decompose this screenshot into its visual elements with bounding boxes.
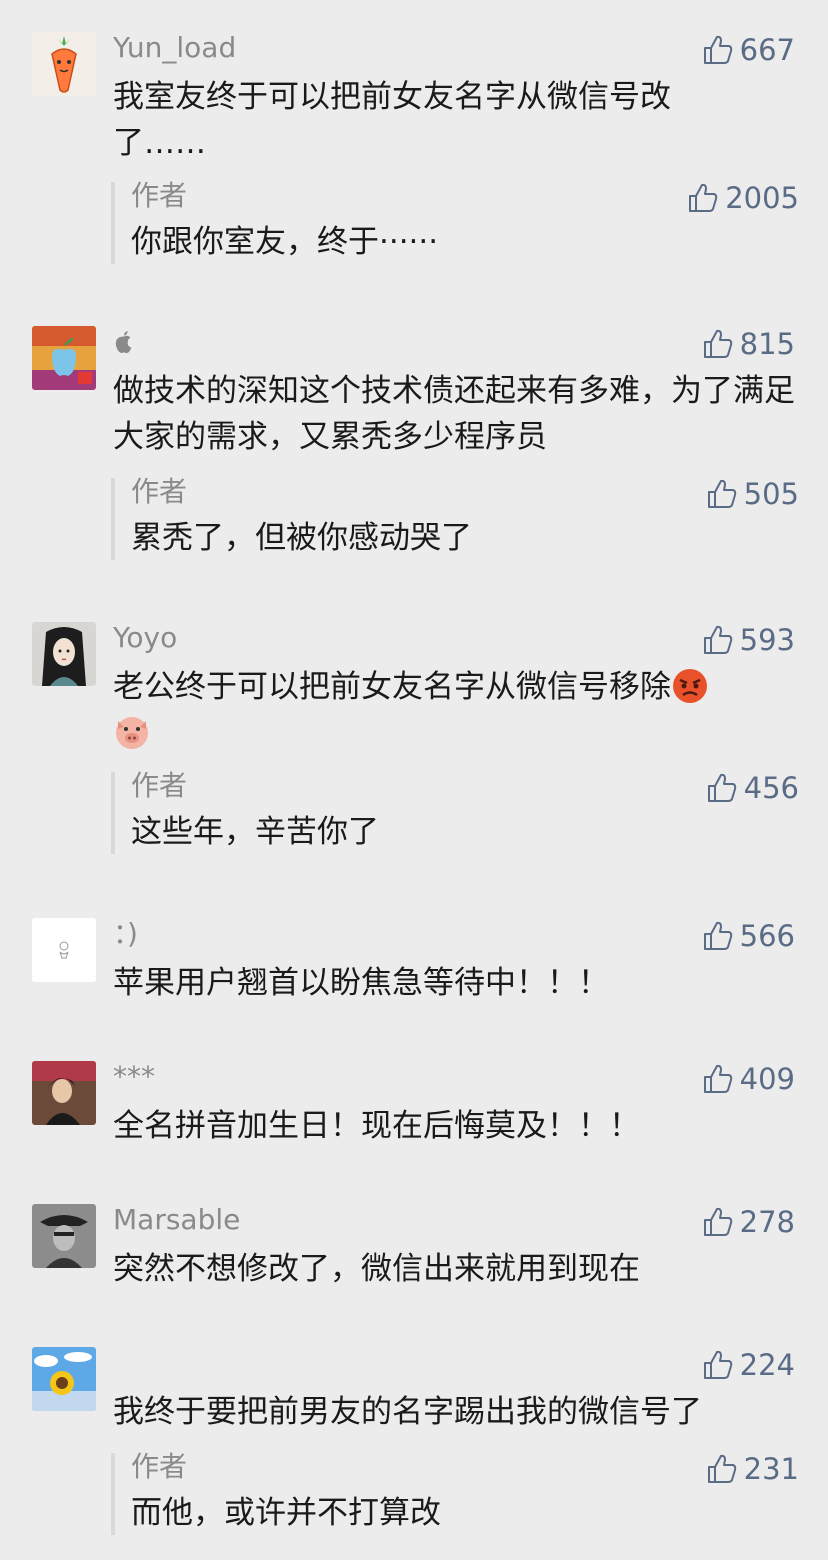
- apple-logo-avatar-icon: [32, 326, 96, 390]
- sunflower-avatar-icon: [32, 1347, 96, 1411]
- like-count: 409: [739, 1062, 795, 1096]
- like-button[interactable]: 815: [701, 324, 795, 364]
- like-count: 667: [739, 33, 795, 67]
- avatar[interactable]: [32, 32, 96, 96]
- comment-text: 老公终于可以把前女友名字从微信号移除: [113, 664, 803, 756]
- like-button[interactable]: 409: [701, 1059, 795, 1099]
- thumbs-up-icon: [703, 35, 732, 64]
- thumbs-up-icon: [707, 479, 736, 508]
- reply-text: 这些年，辛苦你了: [131, 814, 379, 850]
- bw-photo-avatar-icon: [32, 1204, 96, 1268]
- comment-username: Yoyo: [113, 621, 178, 654]
- avatar[interactable]: [32, 1347, 96, 1411]
- reply-author-label: 作者: [131, 1450, 188, 1483]
- avatar[interactable]: [32, 326, 96, 390]
- reply-like-button[interactable]: 505: [705, 474, 799, 514]
- reply-like-button[interactable]: 456: [705, 768, 799, 808]
- portrait-avatar-icon: [32, 622, 96, 686]
- like-button[interactable]: 593: [701, 620, 795, 660]
- reply-author-label: 作者: [131, 769, 188, 802]
- thumbs-up-icon: [707, 773, 736, 802]
- author-reply: 作者 2005 你跟你室友，终于······: [111, 179, 828, 264]
- avatar[interactable]: [32, 918, 96, 982]
- reply-text: 而他，或许并不打算改: [131, 1495, 441, 1531]
- thumbs-up-icon: [703, 625, 732, 654]
- comment-text: 全名拼音加生日！现在后悔莫及！！！: [113, 1108, 640, 1144]
- comment-text: 做技术的深知这个技术债还起来有多难，为了满足大家的需求，又累秃多少程序员: [113, 373, 795, 455]
- thumbs-up-icon: [703, 921, 732, 950]
- like-button[interactable]: 278: [701, 1202, 795, 1242]
- author-reply: 作者 505 累秃了，但被你感动哭了: [111, 475, 828, 560]
- avatar[interactable]: [32, 622, 96, 686]
- thumbs-up-icon: [703, 329, 732, 358]
- author-reply: 作者 456 这些年，辛苦你了: [111, 769, 828, 854]
- thumbs-up-icon: [707, 1454, 736, 1483]
- comment-username: Marsable: [113, 1203, 241, 1236]
- like-count: 505: [743, 477, 799, 511]
- comment-username: Yun_load: [113, 31, 237, 64]
- reply-author-label: 作者: [131, 179, 188, 212]
- like-count: 231: [743, 1452, 799, 1486]
- like-count: 593: [739, 623, 795, 657]
- reply-like-button[interactable]: 2005: [686, 178, 799, 218]
- comments-page: Yun_load 667 我室友终于可以把前女友名字从微信号改了…… 作者 20…: [0, 0, 828, 1560]
- comment-username: ：): [113, 917, 138, 950]
- like-count: 278: [739, 1205, 795, 1239]
- like-count: 2005: [725, 181, 799, 215]
- thumbs-up-icon: [703, 1064, 732, 1093]
- like-count: 224: [739, 1348, 795, 1382]
- thumbs-up-icon: [703, 1350, 732, 1379]
- like-count: 815: [739, 327, 795, 361]
- comment-username: [113, 324, 135, 360]
- pig-face-emoji: [113, 713, 151, 751]
- sketch-avatar-icon: [32, 918, 96, 982]
- like-button[interactable]: 566: [701, 916, 795, 956]
- like-button[interactable]: 667: [701, 30, 795, 70]
- avatar[interactable]: [32, 1204, 96, 1268]
- like-count: 456: [743, 771, 799, 805]
- thumbs-up-icon: [703, 1207, 732, 1236]
- reply-author-label: 作者: [131, 475, 188, 508]
- apple-icon: [115, 331, 132, 353]
- reply-like-button[interactable]: 231: [705, 1449, 799, 1489]
- comment-username: ***: [113, 1060, 155, 1093]
- avatar[interactable]: [32, 1061, 96, 1125]
- photo-avatar-icon: [32, 1061, 96, 1125]
- thumbs-up-icon: [689, 183, 718, 212]
- reply-text: 累秃了，但被你感动哭了: [131, 520, 472, 556]
- comment-text: 苹果用户翘首以盼焦急等待中！！！: [113, 965, 609, 1001]
- like-button[interactable]: 224: [701, 1345, 795, 1385]
- author-reply: 作者 231 而他，或许并不打算改: [111, 1450, 828, 1535]
- comment-text: 我室友终于可以把前女友名字从微信号改了……: [113, 79, 671, 161]
- carrot-avatar-icon: [32, 32, 96, 96]
- comment-text: 我终于要把前男友的名字踢出我的微信号了: [113, 1394, 702, 1430]
- angry-face-emoji: [671, 667, 709, 705]
- like-count: 566: [739, 919, 795, 953]
- reply-text: 你跟你室友，终于······: [131, 224, 439, 260]
- comment-text: 突然不想修改了，微信出来就用到现在: [113, 1251, 640, 1287]
